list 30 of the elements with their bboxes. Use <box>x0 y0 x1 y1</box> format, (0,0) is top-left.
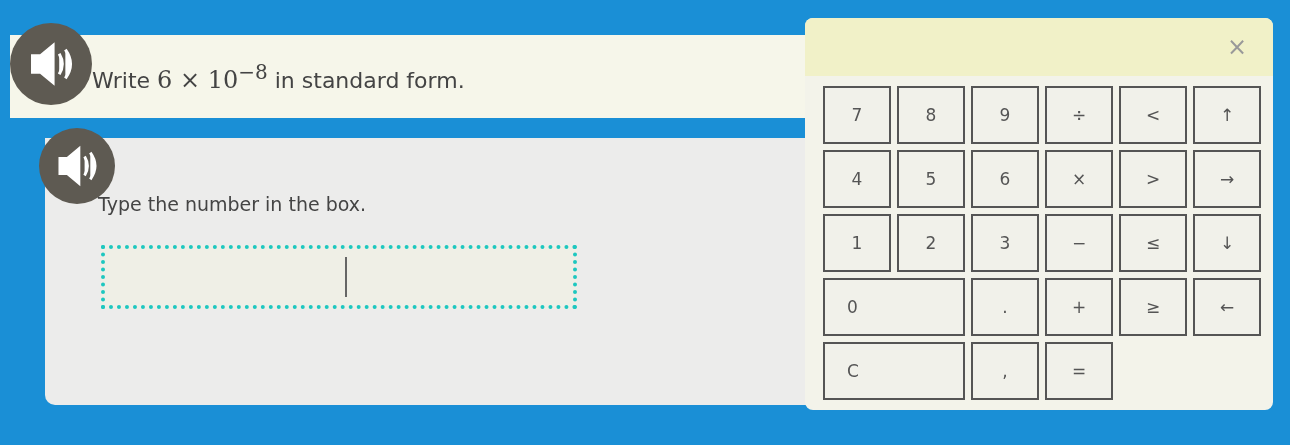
keypad-key[interactable]: > <box>1119 150 1187 208</box>
keypad-key[interactable]: = <box>1045 342 1113 400</box>
keypad-key[interactable]: 8 <box>897 86 965 144</box>
keypad-key[interactable]: < <box>1119 86 1187 144</box>
answer-field[interactable] <box>101 245 577 309</box>
keypad-key[interactable]: 3 <box>971 214 1039 272</box>
keypad-key[interactable]: ÷ <box>1045 86 1113 144</box>
keypad-key[interactable]: 7 <box>823 86 891 144</box>
keypad-key[interactable]: + <box>1045 278 1113 336</box>
question-text: Write 6 × 10$^{−8}$ in standard form. <box>92 59 465 94</box>
keypad-key[interactable]: → <box>1193 150 1261 208</box>
keypad-key[interactable]: 4 <box>823 150 891 208</box>
keypad-key[interactable]: ← <box>1193 278 1261 336</box>
speaker-icon[interactable] <box>10 23 92 105</box>
keypad-key[interactable]: 2 <box>897 214 965 272</box>
keypad-key[interactable]: 9 <box>971 86 1039 144</box>
keypad-key[interactable]: . <box>971 278 1039 336</box>
keypad-key[interactable]: ↓ <box>1193 214 1261 272</box>
keypad-key[interactable]: 5 <box>897 150 965 208</box>
keypad-key[interactable]: × <box>1045 150 1113 208</box>
keypad-key[interactable]: ↑ <box>1193 86 1261 144</box>
keypad-key[interactable]: 0 <box>823 278 965 336</box>
keypad-key[interactable]: C <box>823 342 965 400</box>
instruction-text: Type the number in the box. <box>98 193 367 215</box>
keypad-key[interactable]: 1 <box>823 214 891 272</box>
keypad-key[interactable]: − <box>1045 214 1113 272</box>
keypad-key[interactable]: 6 <box>971 150 1039 208</box>
keypad-key[interactable]: ≥ <box>1119 278 1187 336</box>
keypad-key[interactable]: , <box>971 342 1039 400</box>
keypad-key[interactable]: ≤ <box>1119 214 1187 272</box>
